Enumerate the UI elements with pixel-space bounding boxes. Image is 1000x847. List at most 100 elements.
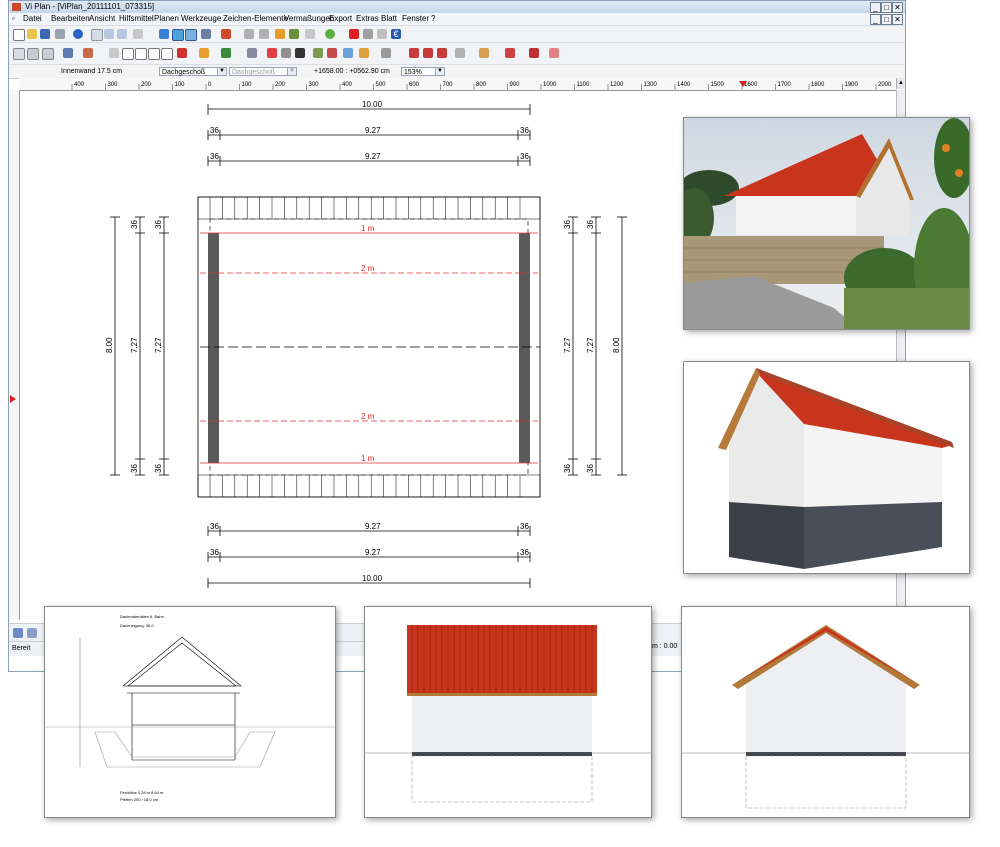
minimize-button[interactable]: _ [870,2,881,13]
info-icon[interactable] [73,29,83,39]
horizontal-ruler[interactable]: 400 300 200 100 0 100 200 300 400 500 600 700 800 900… [19,78,905,91]
layer-w-icon[interactable] [122,48,134,60]
doc-close-button[interactable]: ✕ [892,14,903,25]
arrow-tool-icon[interactable] [529,48,539,58]
delete-icon[interactable] [349,29,359,39]
measure-icon[interactable] [201,29,211,39]
dim-right-inner-1: 7.27 [563,337,572,353]
dim-small: 36 [586,220,595,229]
section-heading: Dachmaterialien 6. Bahn [120,614,164,619]
doc-minimize-button[interactable]: _ [870,14,881,25]
currency-icon[interactable]: € [391,29,401,39]
ruler-label: 1500 [711,82,725,88]
layout-icon[interactable] [13,628,23,638]
furniture-icon[interactable] [479,48,489,58]
menu-werkzeuge[interactable]: Werkzeuge [181,13,221,25]
new-file-icon[interactable] [13,29,25,41]
light-icon[interactable] [505,48,515,58]
floor-plan-icon[interactable] [13,48,25,60]
menu-doc-icon[interactable]: ▫ [12,13,15,25]
layer-f-icon[interactable] [161,48,173,60]
redo-icon[interactable] [377,29,387,39]
open-folder-icon[interactable] [27,29,37,39]
floor-select-2[interactable]: Dachgeschoß ▼ [229,67,297,76]
symbol-tool-icon[interactable] [327,48,337,58]
menu-hilfsmittel[interactable]: Hilfsmittel [119,13,154,25]
floor-select-2-value: Dachgeschoß [232,69,276,76]
menu-fenster[interactable]: Fenster [402,13,429,25]
paint-tool-icon[interactable] [177,48,187,58]
zoom-window-icon[interactable] [104,29,114,39]
wall-tool-icon[interactable] [221,29,231,39]
view-icon[interactable] [109,48,119,58]
page-icon[interactable] [91,29,103,41]
menu-zeichen-elemente[interactable]: Zeichen-Elemente [223,13,288,25]
dim-left-inner-1: 7.27 [130,337,139,353]
object-tool-icon[interactable] [343,48,353,58]
column-tool-icon[interactable] [281,48,291,58]
floor-select[interactable]: Dachgeschoß ▼ [159,67,227,76]
image-tool-icon[interactable] [313,48,323,58]
undo-icon[interactable] [363,29,373,39]
height-line-label: 2 m [361,264,375,273]
zoom-out-icon[interactable] [117,29,127,39]
terrain-tool-icon[interactable] [221,48,231,58]
fill-tool-icon[interactable] [199,48,209,58]
layer-s-icon[interactable] [148,48,160,60]
doc-restore-button[interactable]: □ [881,14,892,25]
section-tool-2-icon[interactable] [423,48,433,58]
close-button[interactable]: ✕ [892,2,903,13]
menu-ansicht[interactable]: Ansicht [89,13,115,25]
house-view-icon[interactable] [42,48,54,60]
vertical-ruler[interactable] [9,90,20,620]
print-icon[interactable] [55,29,65,39]
menu-planen[interactable]: Planen [154,13,179,25]
grid-icon[interactable] [172,29,184,41]
scroll-up-icon[interactable]: ▲ [896,78,905,89]
menu-help[interactable]: ? [431,13,435,25]
section-tool-3-icon[interactable] [437,48,447,58]
surface-tool-icon[interactable] [247,48,257,58]
window-tool-icon[interactable] [275,29,285,39]
dim-small: 36 [520,152,529,161]
main-toolbar: € [9,26,905,43]
section-tool-icon[interactable] [409,48,419,58]
elevation-tool-icon[interactable] [381,48,391,58]
menu-extras[interactable]: Extras [356,13,379,25]
menu-blatt[interactable]: Blatt [381,13,397,25]
dim-bottom-total: 10.00 [362,574,383,583]
door-tool-icon[interactable] [289,29,299,39]
save-icon[interactable] [40,29,50,39]
measure-area-icon[interactable] [455,48,465,58]
arc-tool-icon[interactable] [259,29,269,39]
layout-2-icon[interactable] [27,628,37,638]
layer-h-icon[interactable] [135,48,147,60]
line-tool-icon[interactable] [244,29,254,39]
roof-tool-icon[interactable] [83,48,93,58]
pan-hand-icon[interactable] [133,29,143,39]
menu-vermassungen[interactable]: Vermaßungen [284,13,334,25]
snap-icon[interactable] [185,29,197,41]
restore-button[interactable]: □ [881,2,892,13]
layer-icon[interactable] [325,29,335,39]
ruler-label: 1900 [845,82,859,88]
dim-small: 36 [130,220,139,229]
dim-small: 36 [130,464,139,473]
3d-view-icon[interactable] [63,48,73,58]
house-icon[interactable] [27,48,39,60]
menu-bearbeiten[interactable]: Bearbeiten [51,13,90,25]
zoom-select[interactable]: 153% ▼ [401,67,445,76]
misc-tool-icon[interactable] [549,48,559,58]
stairs-tool-icon[interactable] [305,29,315,39]
side-elevation-card [681,606,970,818]
menu-export[interactable]: Export [329,13,352,25]
dim-top-total: 10.00 [362,100,383,109]
section-subheading: Dachneigung: 36.0 [120,623,154,628]
pen-tool-icon[interactable] [267,48,277,58]
dim-bottom-inner-1: 9.27 [365,522,381,531]
dim-right-inner-2: 7.27 [586,337,595,353]
menu-datei[interactable]: Datei [23,13,42,25]
text-tool-icon[interactable] [295,48,305,58]
select-icon[interactable] [159,29,169,39]
window-insert-icon[interactable] [359,48,369,58]
